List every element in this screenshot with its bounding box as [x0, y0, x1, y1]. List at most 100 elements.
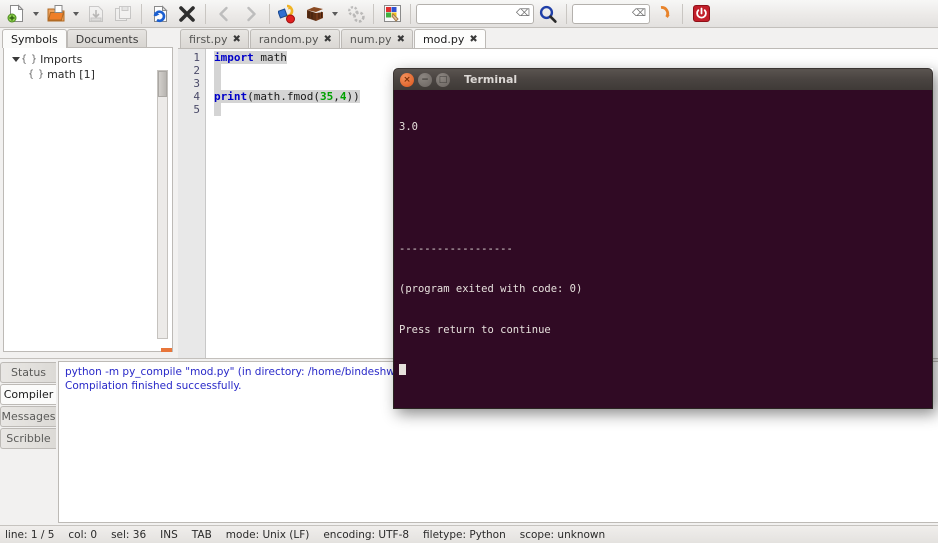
geany-ide-window: ⌫ ⌫ Symbols Documents {} Imports {} ma… — [0, 0, 938, 543]
terminal-line: 3.0 — [399, 121, 418, 133]
panel-tab-scribble[interactable]: Scribble — [0, 428, 56, 449]
code-token: )) — [346, 90, 360, 103]
compile-icon[interactable] — [275, 2, 301, 26]
search-input[interactable]: ⌫ — [416, 3, 534, 24]
tab-close-icon[interactable]: ✖ — [232, 34, 240, 45]
navigate-back-icon[interactable] — [211, 2, 237, 26]
sidebar-tab-documents[interactable]: Documents — [66, 29, 148, 48]
expander-triangle-icon[interactable] — [10, 57, 21, 62]
code-token — [214, 77, 221, 90]
tab-close-icon[interactable]: ✖ — [397, 34, 405, 45]
code-token: print — [214, 90, 248, 103]
toolbar-separator — [373, 3, 374, 24]
editor-tabs: first.py ✖ random.py ✖ num.py ✖ mod.py ✖ — [178, 28, 938, 49]
status-insert-mode: INS — [160, 528, 178, 541]
build-options-icon[interactable] — [342, 2, 368, 26]
code-token: , — [333, 90, 340, 103]
code-token: import — [214, 51, 254, 64]
toolbar-separator — [566, 3, 567, 24]
tab-close-icon[interactable]: ✖ — [469, 34, 477, 45]
terminal-line: ------------------ — [399, 242, 513, 255]
terminal-line: Press return to continue — [399, 323, 551, 336]
toolbar-separator — [141, 3, 142, 24]
panel-tab-messages[interactable]: Messages — [0, 406, 56, 427]
code-token: math — [260, 51, 287, 64]
line-number: 1 — [193, 51, 200, 64]
code-token: (math.fmod( — [247, 90, 320, 103]
tab-label: mod.py — [422, 33, 465, 46]
toolbar-separator — [205, 3, 206, 24]
sidebar-scrollbar[interactable] — [157, 70, 168, 339]
code-token — [214, 103, 221, 116]
line-number: 2 — [193, 64, 200, 77]
window-maximize-icon[interactable]: □ — [436, 72, 450, 87]
status-eol-mode: mode: Unix (LF) — [225, 528, 310, 541]
editor-tab-random-py[interactable]: random.py ✖ — [249, 29, 340, 49]
goto-line-input[interactable]: ⌫ — [572, 3, 650, 24]
toolbar-separator — [269, 3, 270, 24]
build-icon[interactable] — [302, 2, 328, 26]
namespace-icon: { } — [28, 69, 44, 80]
panel-tab-status[interactable]: Status — [0, 362, 56, 383]
new-file-icon[interactable] — [3, 2, 29, 26]
line-number: 4 — [193, 90, 200, 103]
status-col: col: 0 — [68, 528, 98, 541]
tab-label: random.py — [258, 33, 319, 46]
build-dropdown-icon[interactable] — [329, 2, 341, 26]
terminal-output[interactable]: 3.0 ------------------ (program exited w… — [393, 90, 933, 409]
sidebar-resize-indicator — [161, 348, 172, 352]
goto-line-icon[interactable] — [651, 2, 677, 26]
toolbar-separator — [682, 3, 683, 24]
terminal-cursor — [399, 364, 406, 375]
line-number-gutter: 1 2 3 4 5 — [178, 49, 206, 358]
line-number: 3 — [193, 77, 200, 90]
clear-search-icon[interactable]: ⌫ — [516, 8, 530, 19]
tab-close-icon[interactable]: ✖ — [324, 34, 332, 45]
terminal-line: (program exited with code: 0) — [399, 283, 583, 295]
clear-goto-icon[interactable]: ⌫ — [632, 8, 646, 19]
terminal-title: Terminal — [464, 73, 518, 86]
save-all-icon[interactable] — [110, 2, 136, 26]
sidebar-tabs: Symbols Documents — [0, 28, 176, 48]
terminal-title-bar[interactable]: × − □ Terminal — [393, 68, 933, 90]
close-file-icon[interactable] — [174, 2, 200, 26]
symbols-tree[interactable]: { } Imports { } math [1] — [3, 47, 173, 352]
panel-tab-compiler[interactable]: Compiler — [0, 384, 56, 405]
code-token — [214, 64, 221, 77]
navigate-forward-icon[interactable] — [238, 2, 264, 26]
save-icon[interactable] — [83, 2, 109, 26]
quit-icon[interactable] — [688, 2, 714, 26]
namespace-icon: { } — [21, 54, 37, 65]
editor-tab-mod-py[interactable]: mod.py ✖ — [413, 29, 486, 49]
terminal-cursor-line — [399, 364, 927, 379]
terminal-window[interactable]: × − □ Terminal 3.0 ------------------ (p… — [393, 68, 933, 409]
status-indent: TAB — [191, 528, 212, 541]
window-minimize-icon[interactable]: − — [418, 72, 432, 87]
tree-item-imports[interactable]: { } Imports — [6, 52, 170, 67]
main-toolbar: ⌫ ⌫ — [0, 0, 938, 28]
status-filetype: filetype: Python — [423, 528, 506, 541]
revert-icon[interactable] — [147, 2, 173, 26]
editor-tab-num-py[interactable]: num.py ✖ — [340, 29, 413, 49]
code-line: import math — [214, 51, 938, 64]
open-file-dropdown-icon[interactable] — [70, 2, 82, 26]
tree-item-label: Imports — [40, 53, 83, 66]
status-bar: line: 1 / 5 col: 0 sel: 36 INS TAB mode:… — [0, 525, 938, 543]
sidebar-tab-symbols[interactable]: Symbols — [2, 29, 67, 48]
line-number: 5 — [193, 103, 200, 116]
sidebar-scrollbar-thumb[interactable] — [158, 71, 167, 97]
open-file-icon[interactable] — [43, 2, 69, 26]
status-scope: scope: unknown — [519, 528, 606, 541]
tree-item-math[interactable]: { } math [1] — [6, 67, 170, 82]
message-panel-tabs: Status Compiler Messages Scribble — [0, 359, 58, 525]
tree-item-label: math [1] — [47, 68, 95, 81]
window-close-icon[interactable]: × — [400, 72, 414, 87]
color-chooser-icon[interactable] — [379, 2, 405, 26]
new-file-dropdown-icon[interactable] — [30, 2, 42, 26]
editor-tab-first-py[interactable]: first.py ✖ — [180, 29, 249, 49]
search-icon[interactable] — [535, 2, 561, 26]
status-sel: sel: 36 — [111, 528, 147, 541]
sidebar: Symbols Documents { } Imports { } math [… — [0, 28, 176, 358]
